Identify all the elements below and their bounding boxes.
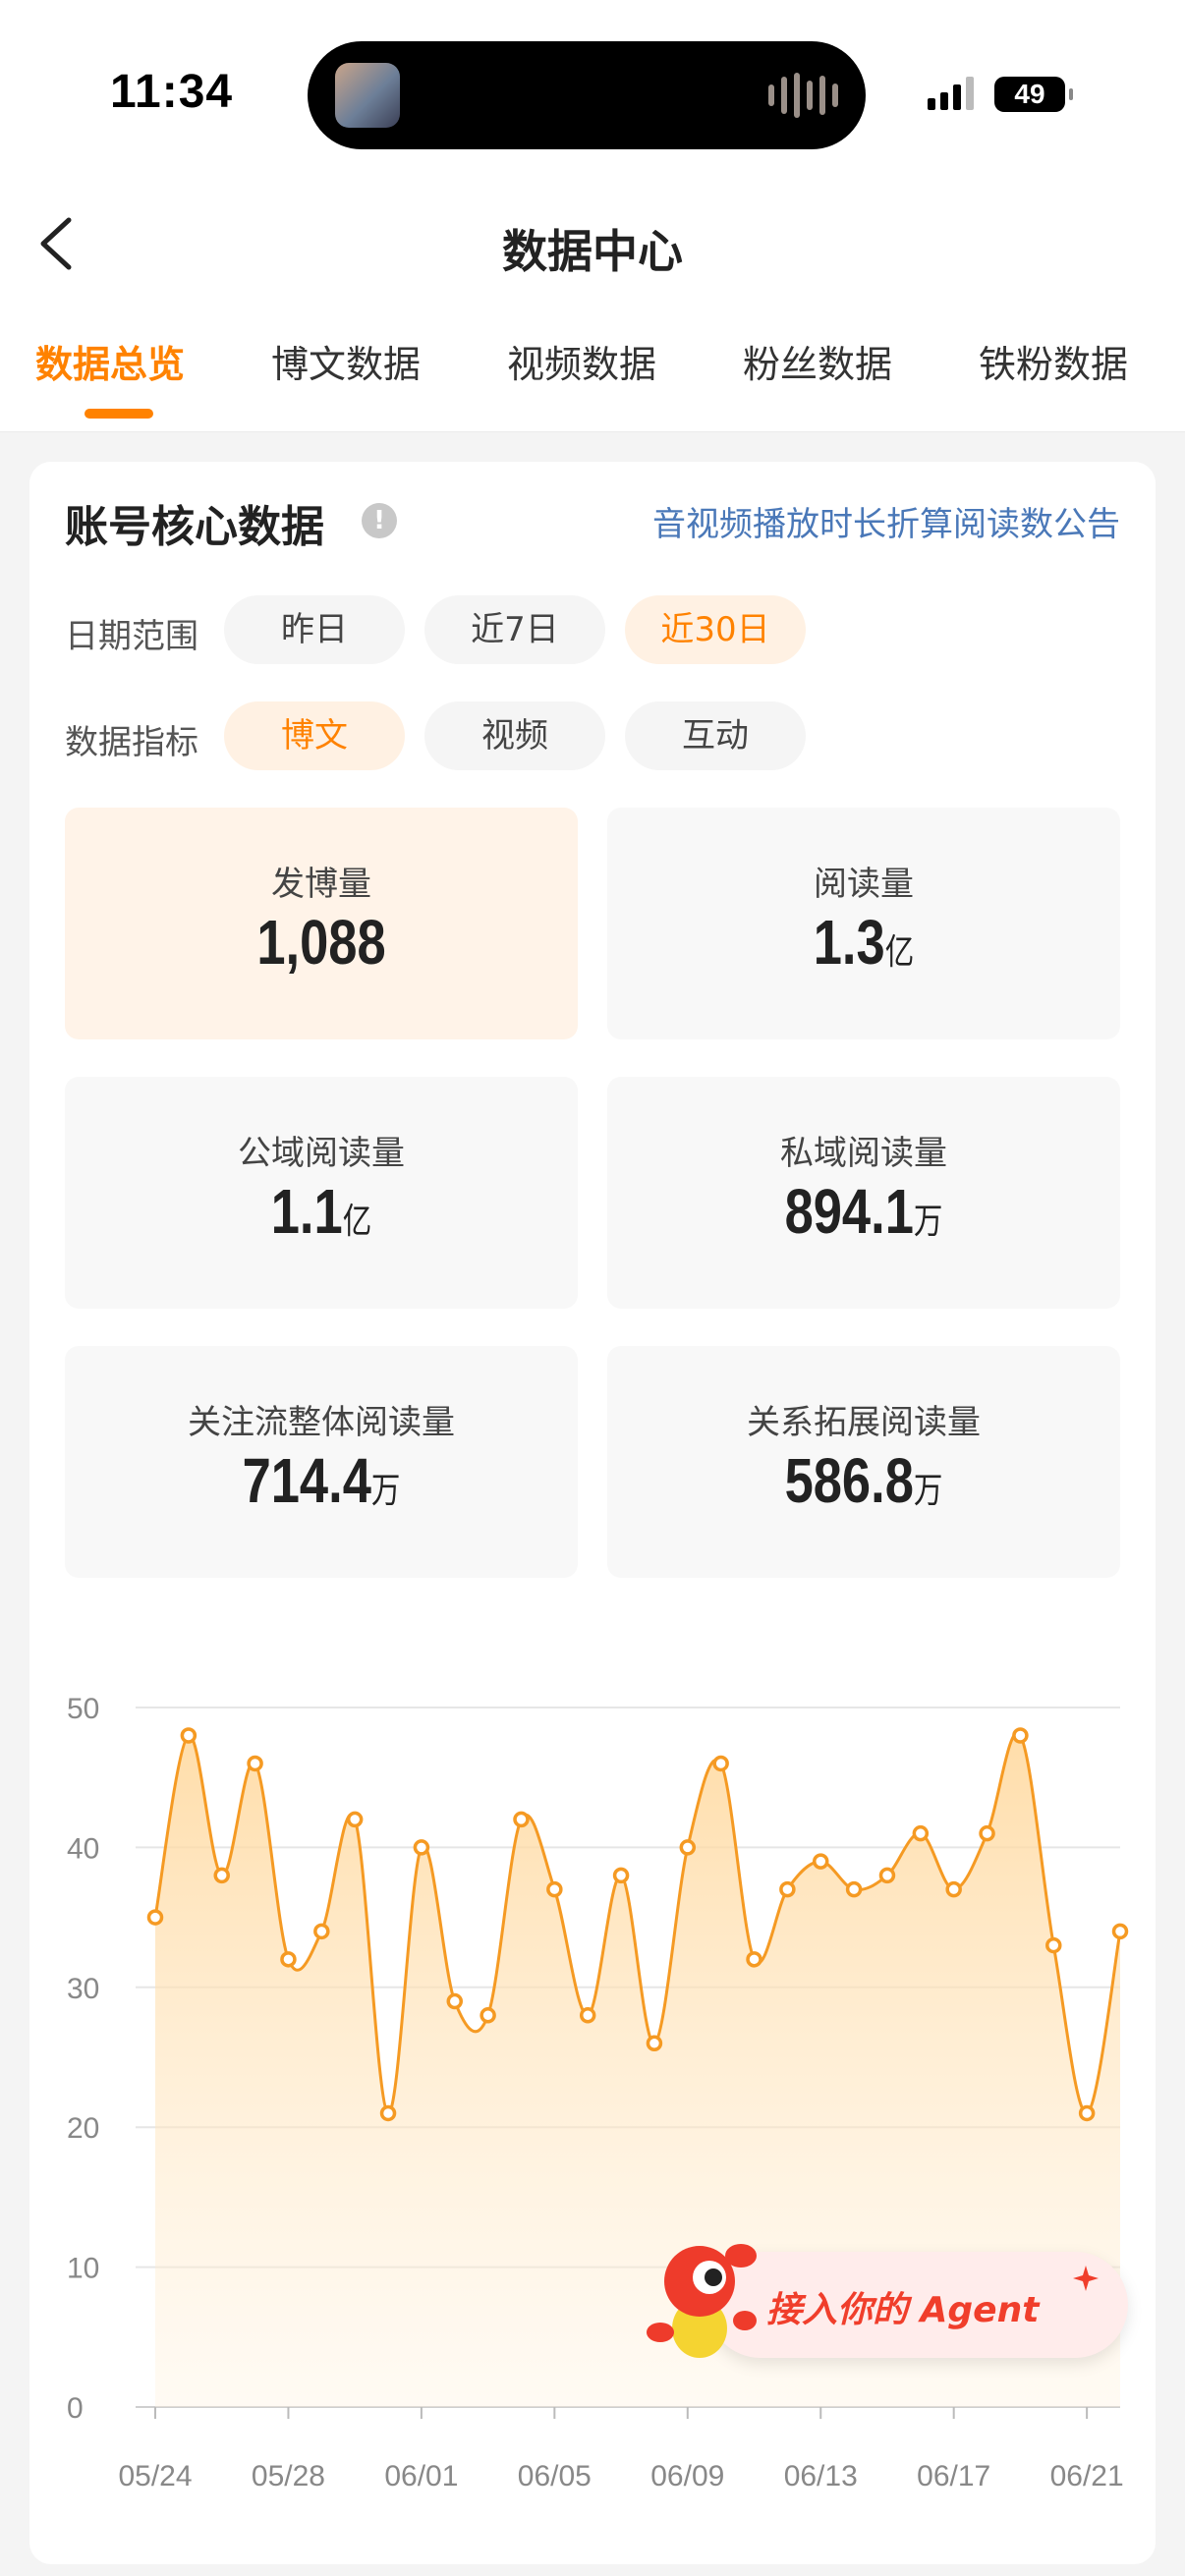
stat-follow-feed-reads[interactable]: 关注流整体阅读量 714.4万 (65, 1346, 578, 1578)
agent-bubble-text: 接入你的 Agent (766, 2290, 1040, 2330)
page-title: 数据中心 (502, 225, 683, 278)
x-tick-label: 06/05 (518, 2460, 592, 2492)
dynamic-island[interactable] (308, 41, 866, 149)
y-tick-label: 0 (67, 2392, 84, 2425)
data-point (945, 1880, 962, 1898)
tab-bar: 数据总览 博文数据 视频数据 粉丝数据 铁粉数据 (0, 334, 1185, 432)
active-tab-indicator (85, 409, 153, 419)
data-point (746, 1951, 762, 1968)
data-point (1012, 1727, 1029, 1744)
stat-label: 发博量 (271, 865, 371, 904)
data-point (646, 2035, 663, 2052)
stat-value: 1,088 (256, 907, 386, 978)
stat-relation-reads[interactable]: 关系拓展阅读量 586.8万 (607, 1346, 1120, 1578)
y-tick-label: 20 (67, 2112, 99, 2145)
data-point (280, 1951, 297, 1968)
x-tick-label: 06/13 (784, 2460, 858, 2492)
stat-public-reads[interactable]: 公域阅读量 1.1亿 (65, 1077, 578, 1309)
stat-value: 894.1万 (784, 1176, 943, 1247)
tab-fans[interactable]: 粉丝数据 (743, 334, 892, 388)
stat-post-count[interactable]: 发博量 1,088 (65, 808, 578, 1039)
data-point (1078, 2104, 1096, 2122)
status-bar: 11:34 49 (0, 0, 1185, 187)
stat-private-reads[interactable]: 私域阅读量 894.1万 (607, 1077, 1120, 1309)
data-point (845, 1880, 863, 1898)
metric-option-interaction[interactable]: 互动 (625, 701, 806, 770)
date-option-7days[interactable]: 近7日 (424, 595, 605, 664)
data-point (413, 1839, 430, 1856)
stat-label: 公域阅读量 (238, 1134, 405, 1173)
date-option-30days[interactable]: 近30日 (625, 595, 806, 664)
stat-value: 586.8万 (784, 1445, 943, 1516)
media-thumbnail (335, 63, 400, 128)
x-tick-label: 06/17 (917, 2460, 990, 2492)
stat-label: 关注流整体阅读量 (188, 1403, 455, 1442)
data-point (247, 1755, 263, 1772)
data-point (379, 2104, 397, 2122)
data-point (313, 1923, 330, 1940)
status-time: 11:34 (110, 66, 234, 118)
stat-reads[interactable]: 阅读量 1.3亿 (607, 808, 1120, 1039)
x-tick-label: 05/24 (118, 2460, 192, 2492)
agent-promo-bubble[interactable]: 接入你的 Agent ✦ (639, 2230, 1130, 2368)
data-point (546, 1880, 563, 1898)
notice-link[interactable]: 音视频播放时长折算阅读数公告 (652, 497, 1120, 545)
data-point (812, 1853, 829, 1870)
y-tick-label: 30 (67, 1973, 99, 2005)
x-tick-label: 06/01 (384, 2460, 458, 2492)
data-point (1045, 1936, 1062, 1954)
date-option-yesterday[interactable]: 昨日 (224, 595, 405, 664)
data-point (712, 1755, 729, 1772)
stat-label: 私域阅读量 (780, 1134, 947, 1173)
data-point (579, 2007, 596, 2024)
y-tick-label: 50 (67, 1693, 99, 1725)
data-point (446, 1992, 464, 2010)
page-header: 数据中心 数据总览 博文数据 视频数据 粉丝数据 铁粉数据 (0, 187, 1185, 432)
tab-posts[interactable]: 博文数据 (271, 334, 421, 388)
data-point (146, 1909, 164, 1926)
data-point (180, 1727, 198, 1744)
data-point (979, 1824, 995, 1842)
metric-label: 数据指标 (65, 723, 198, 762)
y-tick-label: 10 (67, 2253, 99, 2285)
app-screen: 11:34 49 数据中心 数据总览 博文数据 视频数据 粉丝数据 铁粉数据 账… (0, 0, 1185, 2576)
data-point (779, 1880, 796, 1898)
sparkle-icon (1073, 2266, 1099, 2291)
stat-label: 阅读量 (814, 865, 914, 904)
card-title: 账号核心数据 (65, 502, 324, 552)
battery-indicator: 49 (994, 77, 1073, 112)
stat-value: 1.3亿 (813, 907, 915, 978)
data-point (1111, 1923, 1129, 1940)
data-point (912, 1824, 930, 1842)
data-point (878, 1867, 896, 1884)
metric-option-video[interactable]: 视频 (424, 701, 605, 770)
post-count-chart: 0 10 20 30 40 50 05/24 05/28 06/01 06/05 06/09 06/1… (67, 1693, 1129, 2492)
metric-option-posts[interactable]: 博文 (224, 701, 405, 770)
audio-wave-icon (768, 73, 838, 118)
data-point (513, 1811, 530, 1828)
tab-core-fans[interactable]: 铁粉数据 (979, 334, 1128, 388)
stat-value: 714.4万 (242, 1445, 401, 1516)
y-tick-label: 40 (67, 1832, 99, 1865)
data-point (480, 2007, 496, 2024)
data-point (346, 1811, 364, 1828)
mascot-icon: ✦ (647, 2244, 757, 2358)
data-point (213, 1867, 230, 1884)
x-tick-label: 06/09 (650, 2460, 724, 2492)
signal-icon (928, 77, 974, 110)
x-tick-label: 05/28 (252, 2460, 325, 2492)
info-icon[interactable]: ! (362, 503, 397, 538)
date-range-label: 日期范围 (65, 617, 198, 656)
stat-label: 关系拓展阅读量 (747, 1403, 981, 1442)
x-tick-label: 06/21 (1050, 2460, 1124, 2492)
tab-overview[interactable]: 数据总览 (35, 334, 185, 388)
stat-value: 1.1亿 (270, 1176, 372, 1247)
data-point (612, 1867, 630, 1884)
data-point (679, 1839, 697, 1856)
tab-video[interactable]: 视频数据 (507, 334, 656, 388)
